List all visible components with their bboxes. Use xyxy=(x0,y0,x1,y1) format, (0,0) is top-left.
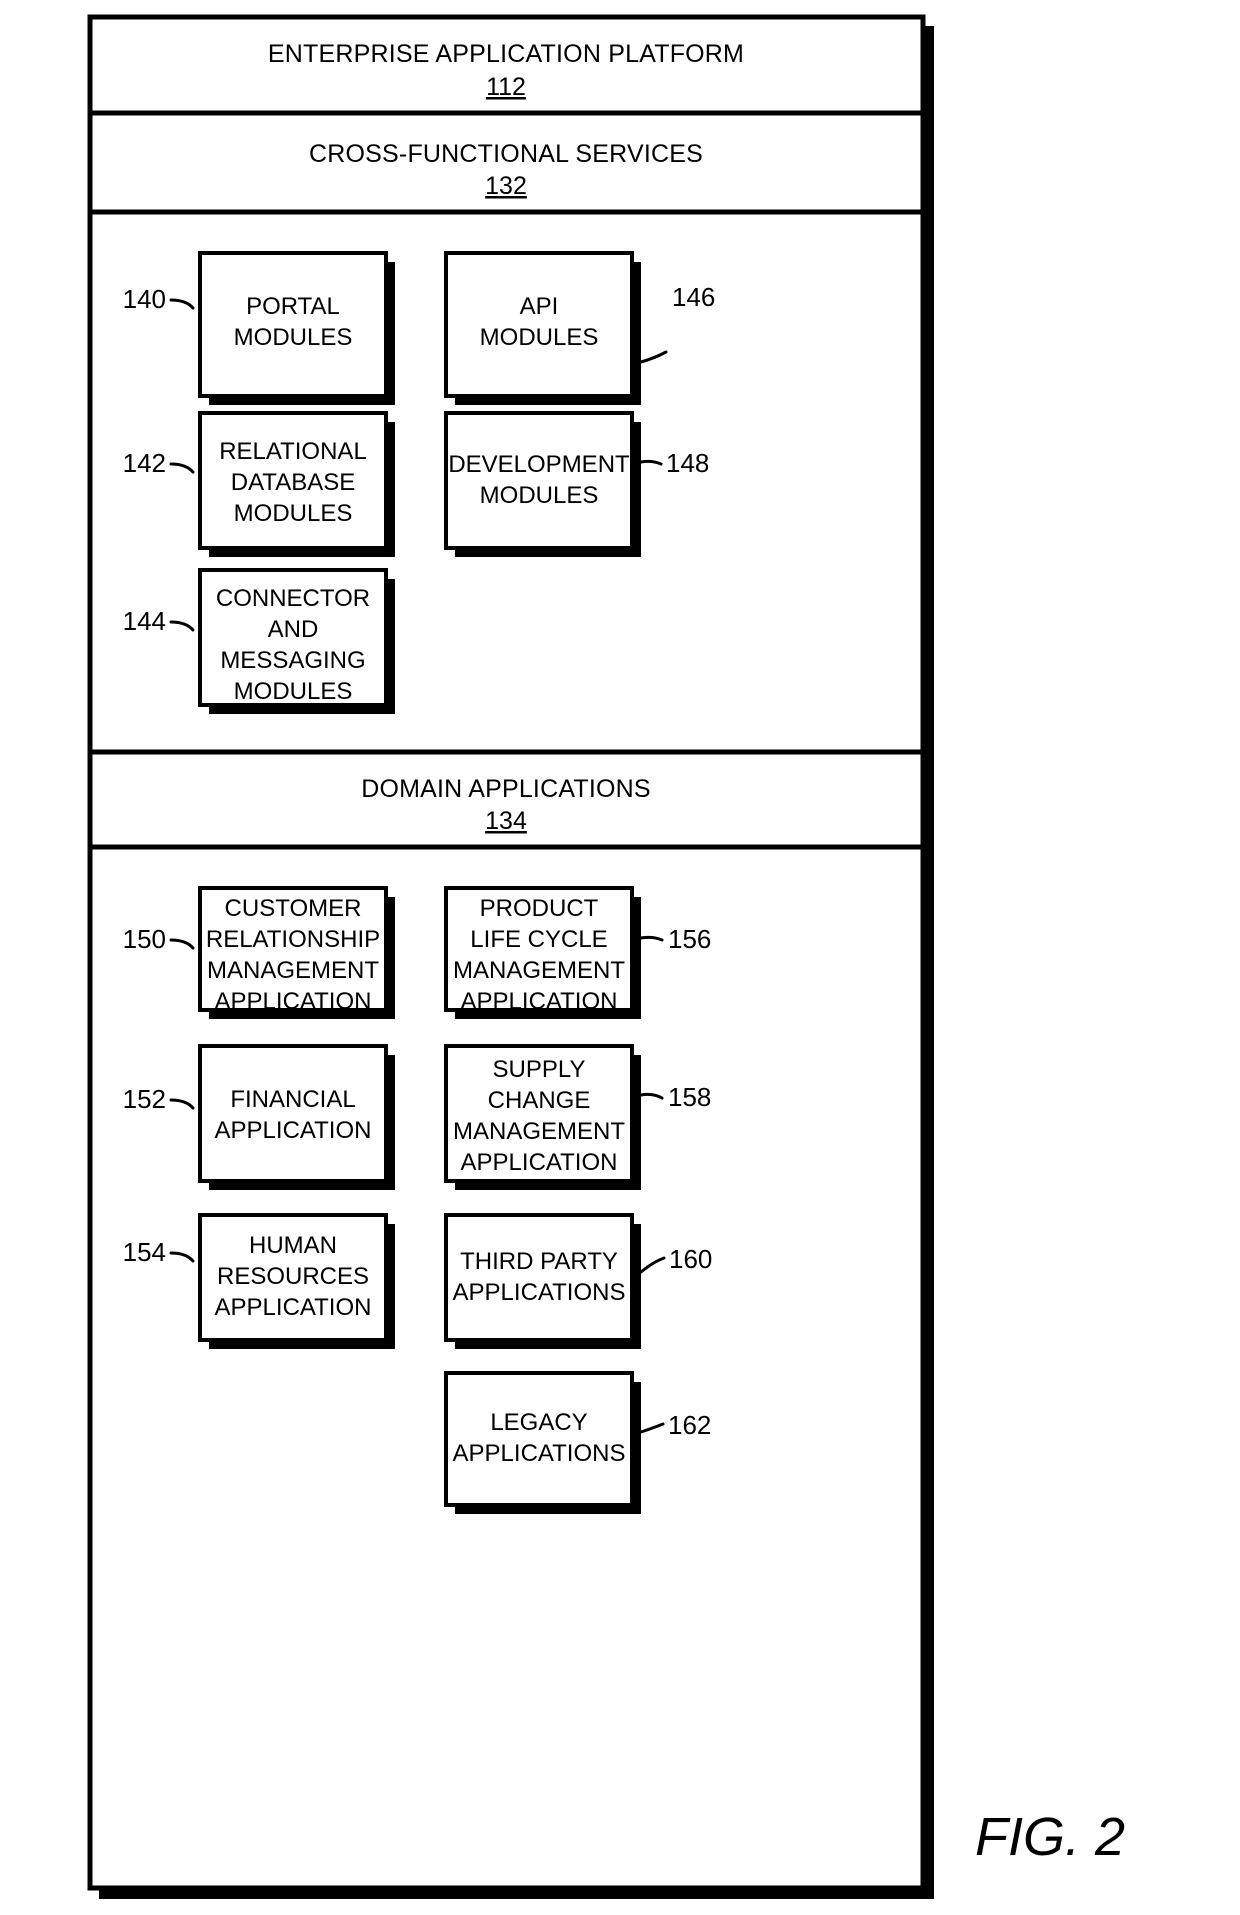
ref-number-152: 152 xyxy=(123,1084,166,1114)
app-label-line: MANAGEMENT xyxy=(207,957,379,984)
ref-number-148: 148 xyxy=(666,448,709,478)
app-label-line: RELATIONSHIP xyxy=(206,926,380,953)
app-box-human-resources-application[interactable]: HUMAN RESOURCES APPLICATION xyxy=(198,1213,395,1349)
app-label-line: APPLICATION xyxy=(461,1149,618,1176)
module-label-line: AND xyxy=(268,616,319,643)
band-title-cross-functional: CROSS-FUNCTIONAL SERVICES xyxy=(309,140,703,168)
figure-caption: FIG. 2 xyxy=(975,1807,1125,1867)
module-box-portal-modules[interactable]: PORTAL MODULES xyxy=(198,251,395,405)
module-label-line: PORTAL xyxy=(246,293,340,320)
app-label-line: CHANGE xyxy=(488,1087,591,1114)
ref-number-150: 150 xyxy=(123,924,166,954)
app-label-line: MANAGEMENT xyxy=(453,1118,625,1145)
module-label-line: DATABASE xyxy=(231,469,355,496)
app-label-line: THIRD PARTY xyxy=(460,1248,618,1275)
app-label-line: PRODUCT xyxy=(480,895,599,922)
module-label-line: MODULES xyxy=(480,324,599,351)
band-title-enterprise: ENTERPRISE APPLICATION PLATFORM xyxy=(268,40,744,68)
module-box-api-modules[interactable]: API MODULES xyxy=(444,251,641,405)
ref-number-156: 156 xyxy=(668,924,711,954)
app-box-supply-change-management[interactable]: SUPPLY CHANGE MANAGEMENT APPLICATION xyxy=(444,1044,641,1190)
app-label-line: APPLICATION xyxy=(215,988,372,1015)
app-label-line: MANAGEMENT xyxy=(453,957,625,984)
ref-number-142: 142 xyxy=(123,448,166,478)
ref-number-158: 158 xyxy=(668,1082,711,1112)
module-label-line: DEVELOPMENT xyxy=(448,451,630,478)
ref-number-140: 140 xyxy=(123,284,166,314)
module-label-line: MODULES xyxy=(234,324,353,351)
module-label-line: API xyxy=(520,293,559,320)
module-label-line: MESSAGING xyxy=(220,647,365,674)
module-label-line: MODULES xyxy=(480,482,599,509)
module-label-line: RELATIONAL xyxy=(219,438,367,465)
module-box-development-modules[interactable]: DEVELOPMENT MODULES xyxy=(444,411,641,557)
band-title-domain-applications: DOMAIN APPLICATIONS xyxy=(361,775,651,803)
module-label-line: CONNECTOR xyxy=(216,585,370,612)
app-box-legacy-applications[interactable]: LEGACY APPLICATIONS xyxy=(444,1371,641,1514)
app-label-line: RESOURCES xyxy=(217,1263,369,1290)
app-label-line: APPLICATION xyxy=(461,988,618,1015)
app-label-line: APPLICATION xyxy=(215,1117,372,1144)
app-box-financial-application[interactable]: FINANCIAL APPLICATION xyxy=(198,1044,395,1190)
app-box-customer-relationship-management[interactable]: CUSTOMER RELATIONSHIP MANAGEMENT APPLICA… xyxy=(198,886,395,1019)
band-number-112: 112 xyxy=(486,73,526,101)
app-label-line: CUSTOMER xyxy=(225,895,362,922)
app-label-line: APPLICATIONS xyxy=(453,1279,626,1306)
ref-number-160: 160 xyxy=(669,1244,712,1274)
ref-number-162: 162 xyxy=(668,1410,711,1440)
patent-figure: ENTERPRISE APPLICATION PLATFORM 112 CROS… xyxy=(0,0,1240,1915)
app-label-line: APPLICATION xyxy=(215,1294,372,1321)
app-label-line: LEGACY xyxy=(490,1409,587,1436)
app-box-third-party-applications[interactable]: THIRD PARTY APPLICATIONS xyxy=(444,1213,641,1349)
ref-number-154: 154 xyxy=(123,1237,166,1267)
module-label-line: MODULES xyxy=(234,500,353,527)
app-label-line: LIFE CYCLE xyxy=(470,926,607,953)
app-label-line: SUPPLY xyxy=(493,1056,586,1083)
app-label-line: HUMAN xyxy=(249,1232,337,1259)
module-box-relational-database-modules[interactable]: RELATIONAL DATABASE MODULES xyxy=(198,411,395,557)
module-box-connector-messaging-modules[interactable]: CONNECTOR AND MESSAGING MODULES xyxy=(198,568,395,714)
ref-number-144: 144 xyxy=(123,606,166,636)
app-label-line: FINANCIAL xyxy=(230,1086,355,1113)
band-number-134: 134 xyxy=(485,807,527,835)
ref-number-146: 146 xyxy=(672,282,715,312)
app-label-line: APPLICATIONS xyxy=(453,1440,626,1467)
band-number-132: 132 xyxy=(485,172,527,200)
module-label-line: MODULES xyxy=(234,678,353,705)
diagram-canvas: ENTERPRISE APPLICATION PLATFORM 112 CROS… xyxy=(87,14,1125,1899)
app-box-product-life-cycle-management[interactable]: PRODUCT LIFE CYCLE MANAGEMENT APPLICATIO… xyxy=(444,886,641,1019)
